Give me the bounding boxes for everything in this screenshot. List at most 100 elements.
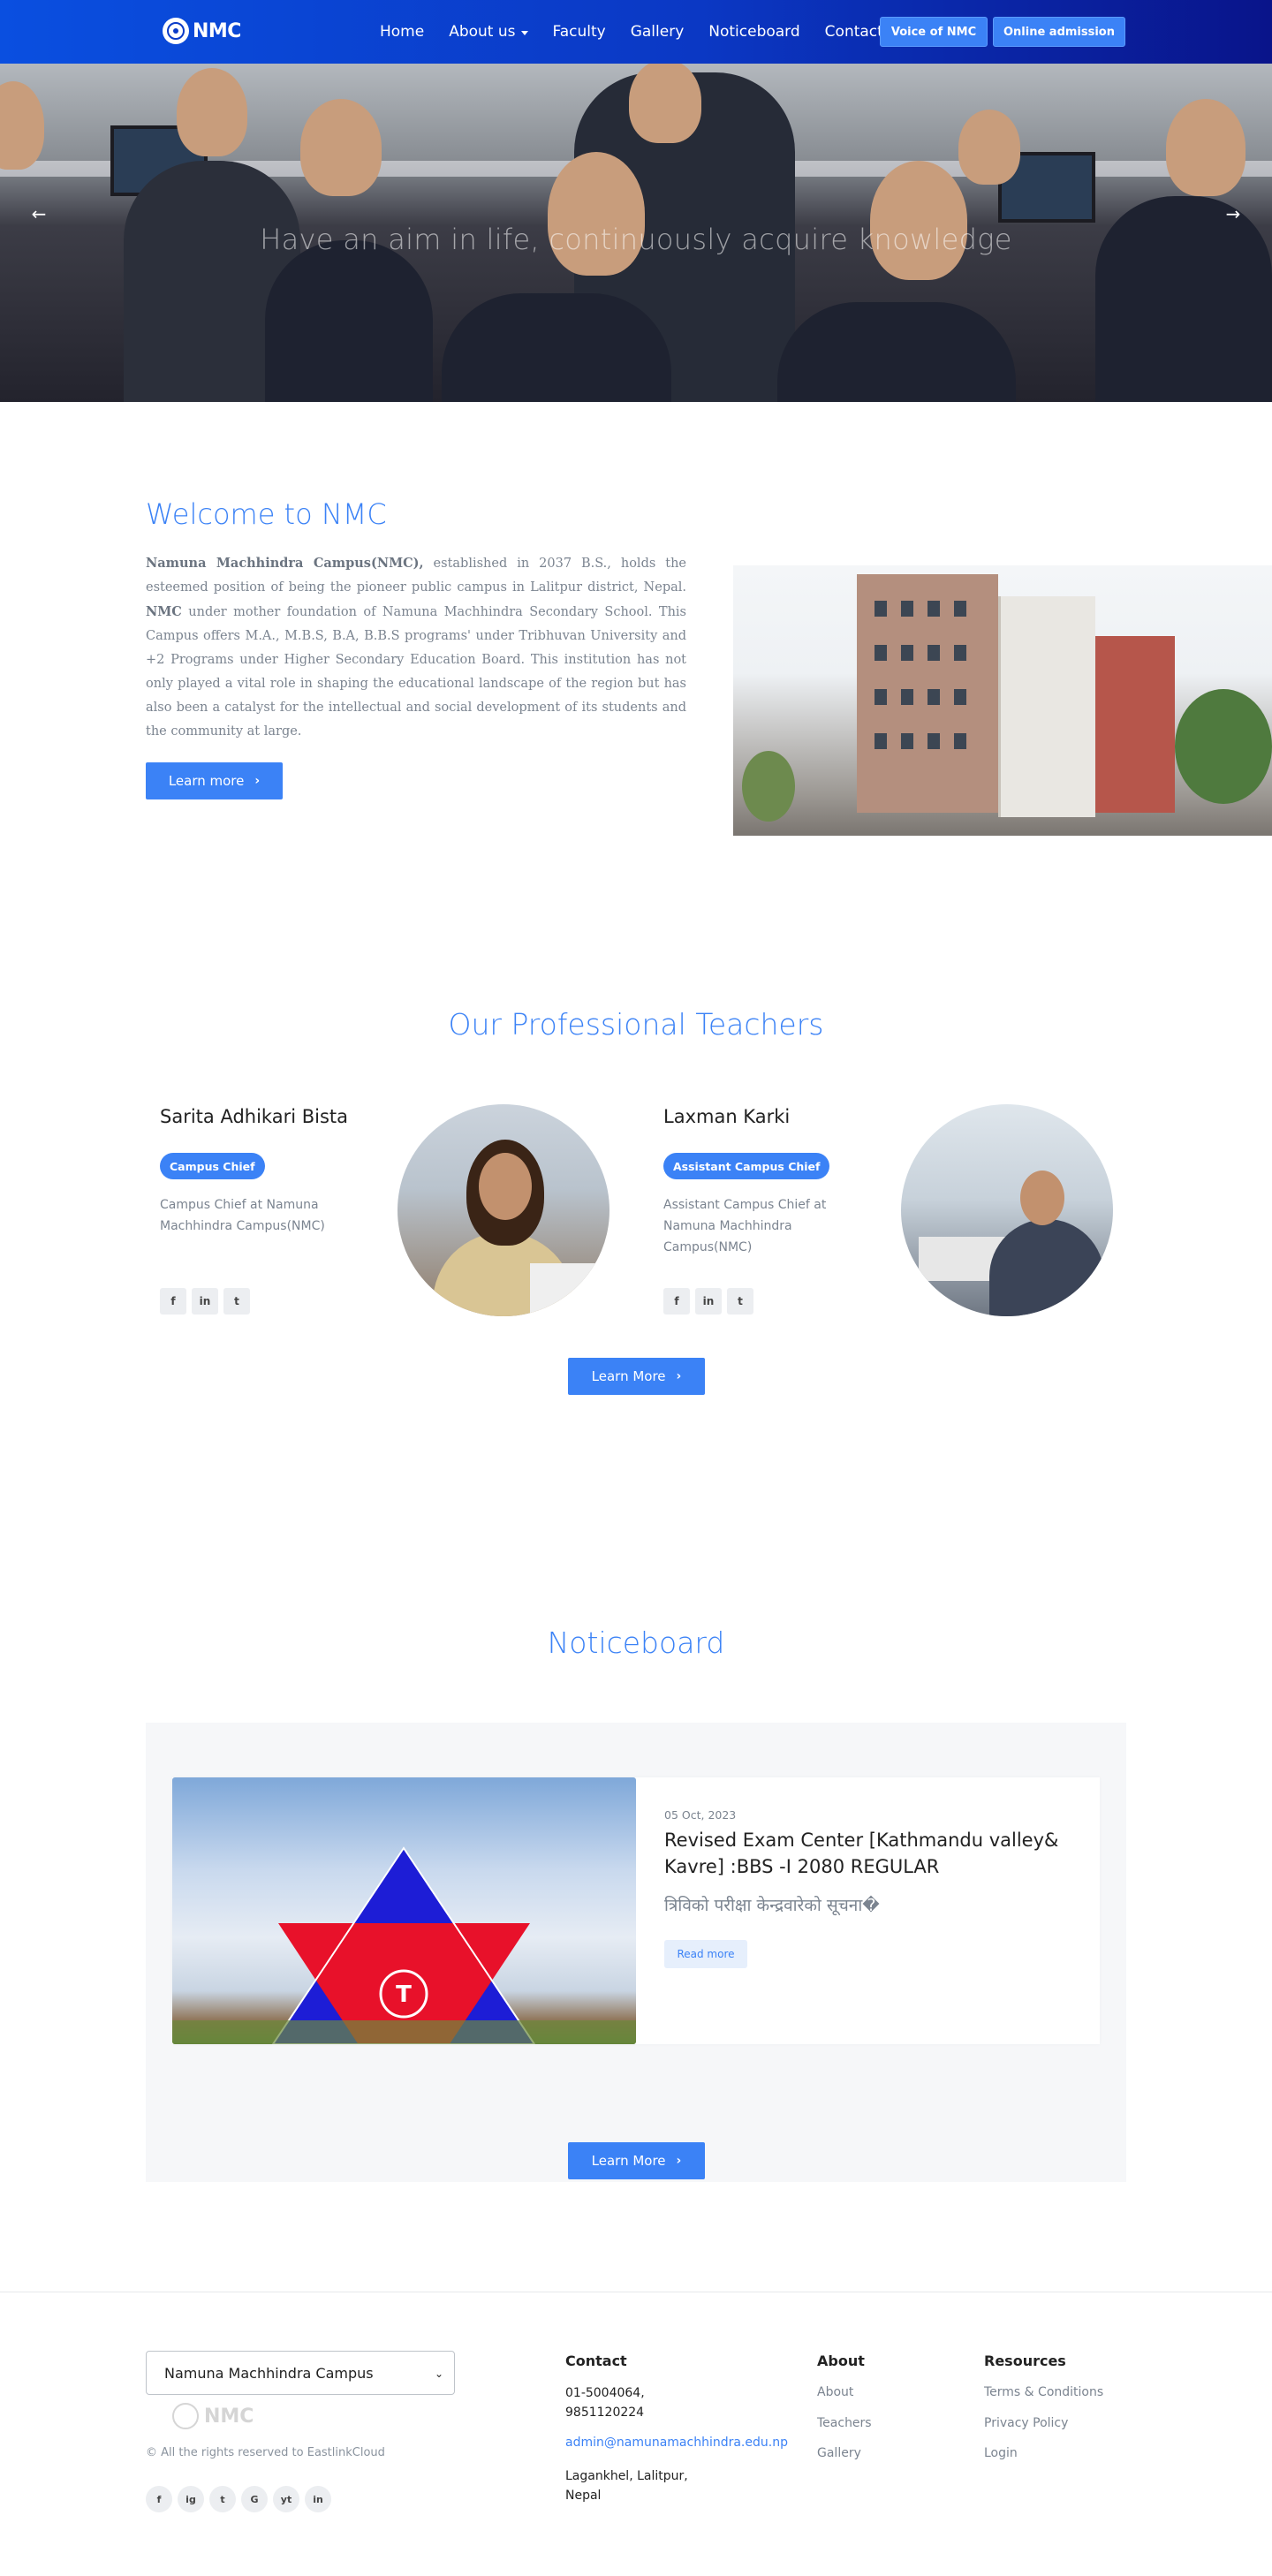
teachers-learn-more-button[interactable]: Learn More › (568, 1358, 705, 1395)
brand-link[interactable]: NMC (163, 18, 241, 44)
campus-select[interactable]: Namuna Machhindra Campus ⌄ (146, 2351, 455, 2395)
building-window (954, 601, 966, 617)
teacher-social-links: f in t (663, 1288, 753, 1315)
building-window (928, 645, 940, 661)
nmc-bold: NMC (146, 604, 182, 619)
student-face (958, 110, 1020, 185)
linkedin-icon[interactable]: in (305, 2486, 331, 2512)
teacher-social-links: f in t (160, 1288, 250, 1315)
footer-link-teachers[interactable]: Teachers (817, 2416, 872, 2430)
teacher-face (479, 1153, 532, 1220)
noticeboard-section-title: Noticeboard (547, 1625, 725, 1660)
student-face (300, 99, 382, 196)
linkedin-icon[interactable]: in (192, 1288, 218, 1315)
linkedin-icon[interactable]: in (695, 1288, 722, 1315)
youtube-icon[interactable]: yt (273, 2486, 299, 2512)
carousel-next-arrow-icon[interactable]: → (1217, 198, 1249, 230)
nav-faculty[interactable]: Faculty (553, 23, 606, 41)
student-figure (777, 302, 1016, 402)
building-window (901, 689, 913, 705)
footer-link-about[interactable]: About (817, 2385, 853, 2399)
teacher-role-badge: Assistant Campus Chief (663, 1153, 830, 1179)
student-face (548, 152, 645, 276)
nav-home[interactable]: Home (380, 23, 424, 41)
footer-link-login[interactable]: Login (984, 2446, 1018, 2460)
nav-contact[interactable]: Contact (825, 23, 883, 41)
online-admission-button[interactable]: Online admission (993, 17, 1125, 47)
hero-carousel: Have an aim in life, continuously acquir… (0, 64, 1272, 402)
noticeboard-learn-more-label: Learn More (591, 2153, 666, 2169)
twitter-icon[interactable]: t (727, 1288, 753, 1315)
nav-noticeboard[interactable]: Noticeboard (708, 23, 799, 41)
teacher-body (989, 1219, 1104, 1316)
copyright-text: © All the rights reserved to EastlinkClo… (146, 2446, 385, 2459)
google-icon[interactable]: G (241, 2486, 268, 2512)
facebook-icon[interactable]: f (663, 1288, 690, 1315)
building-window (928, 689, 940, 705)
campus-name-bold: Namuna Machhindra Campus(NMC), (146, 556, 424, 571)
chevron-right-icon: › (676, 2154, 682, 2168)
footer-social-links: f ig t G yt in (146, 2486, 331, 2512)
noticeboard-learn-more-button[interactable]: Learn More › (568, 2142, 705, 2179)
student-face (629, 64, 701, 143)
building-block (1095, 636, 1175, 813)
notice-date: 05 Oct, 2023 (664, 1808, 737, 1822)
student-face (1166, 99, 1246, 196)
notice-read-more-button[interactable]: Read more (664, 1940, 747, 1968)
welcome-title: Welcome to NMC (146, 497, 387, 531)
teacher-name: Sarita Adhikari Bista (160, 1106, 349, 1127)
footer-link-gallery[interactable]: Gallery (817, 2446, 861, 2460)
footer-link-terms[interactable]: Terms & Conditions (984, 2385, 1103, 2399)
nmc-logo-icon (163, 18, 189, 44)
instagram-icon[interactable]: ig (178, 2486, 204, 2512)
footer-about-heading: About (817, 2352, 865, 2369)
desk-papers (530, 1263, 610, 1316)
nav-about-us[interactable]: About us (449, 23, 528, 41)
notice-image: T (172, 1777, 636, 2044)
twitter-icon[interactable]: t (223, 1288, 250, 1315)
facebook-icon[interactable]: f (146, 2486, 172, 2512)
hero-tagline: Have an aim in life, continuously acquir… (260, 223, 1012, 256)
notice-heading[interactable]: Revised Exam Center [Kathmandu valley& K… (664, 1827, 1071, 1880)
chevron-right-icon: › (676, 1369, 682, 1383)
building-window (874, 689, 887, 705)
nmc-logo-icon (172, 2403, 199, 2429)
welcome-paragraph: Namuna Machhindra Campus(NMC), establish… (146, 551, 686, 744)
twitter-icon[interactable]: t (209, 2486, 236, 2512)
welcome-learn-more-label: Learn more (168, 773, 245, 789)
brand-name: NMC (193, 19, 241, 42)
footer-address-1: Lagankhel, Lalitpur, (565, 2469, 688, 2483)
building-window (874, 645, 887, 661)
building-window (954, 733, 966, 749)
building-window (901, 733, 913, 749)
facebook-icon[interactable]: f (160, 1288, 186, 1315)
footer-link-privacy[interactable]: Privacy Policy (984, 2416, 1068, 2430)
nav-gallery[interactable]: Gallery (631, 23, 685, 41)
building-window (874, 601, 887, 617)
teacher-photo (901, 1104, 1113, 1316)
teacher-role-badge: Campus Chief (160, 1153, 265, 1179)
nav-links: Home About us Faculty Gallery Noticeboar… (380, 0, 908, 64)
welcome-learn-more-button[interactable]: Learn more › (146, 762, 283, 799)
building-window (901, 601, 913, 617)
teachers-section-title: Our Professional Teachers (448, 1007, 824, 1042)
teachers-learn-more-label: Learn More (591, 1368, 666, 1384)
tu-logo-emblem-icon: T (172, 1846, 636, 2044)
chevron-down-icon: ⌄ (434, 2368, 443, 2380)
footer-logo-text: NMC (204, 2405, 254, 2428)
chevron-right-icon: › (254, 774, 261, 788)
teacher-description: Assistant Campus Chief at Namuna Machhin… (663, 1198, 827, 1254)
building-window (928, 733, 940, 749)
student-figure (265, 240, 433, 402)
footer-email-link[interactable]: admin@namunamachhindra.edu.np (565, 2436, 788, 2450)
student-face (177, 68, 247, 156)
footer-phone-2: 9851120224 (565, 2406, 645, 2420)
footer-resources-heading: Resources (984, 2352, 1066, 2369)
voice-of-nmc-button[interactable]: Voice of NMC (880, 17, 988, 47)
footer-address-2: Nepal (565, 2489, 602, 2503)
building-window (928, 601, 940, 617)
campus-select-value: Namuna Machhindra Campus (164, 2364, 374, 2382)
carousel-prev-arrow-icon[interactable]: ← (23, 198, 55, 230)
tree-image (742, 751, 795, 822)
campus-building-image (733, 565, 1272, 836)
